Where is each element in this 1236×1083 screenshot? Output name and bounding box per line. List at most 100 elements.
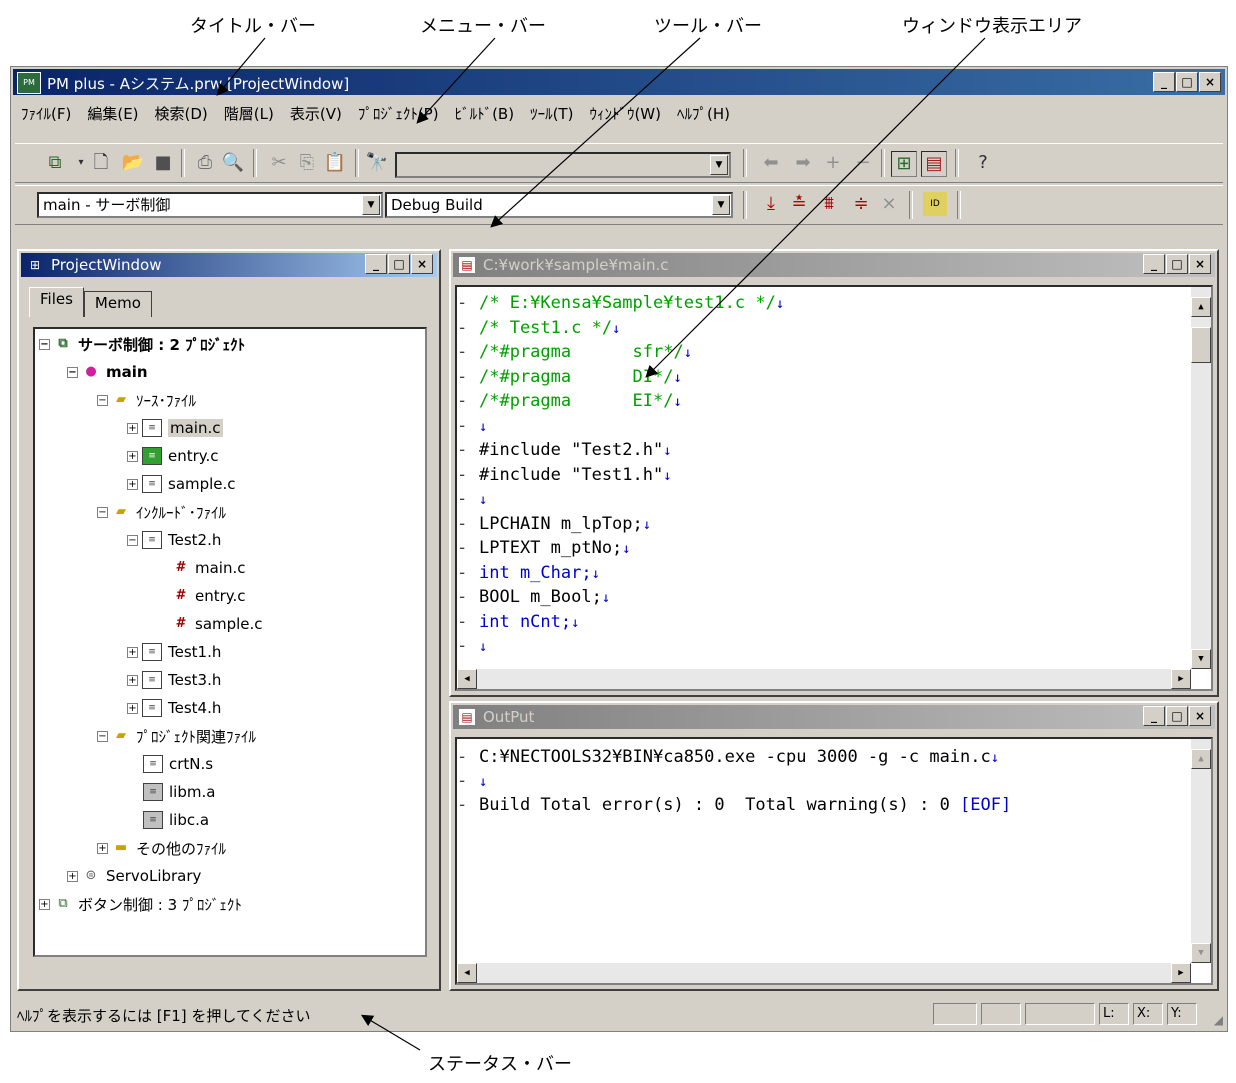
tree-node-folder[interactable]: + ▬ その他のﾌｧｲﾙ [97, 835, 226, 861]
tree-node-file[interactable]: + ≡ Test4.h [127, 695, 221, 721]
project-combo[interactable]: main - サーボ制御 ▼ [37, 192, 383, 218]
tree-node-workspace[interactable]: − ⧉ サーボ制御 : 2 ﾌﾟﾛｼﾞｪｸﾄ [39, 331, 245, 357]
new-file-icon[interactable]: 🗋 [89, 151, 113, 175]
expand-icon[interactable]: + [127, 478, 138, 490]
back-arrow-icon[interactable]: ⬅ [759, 151, 783, 175]
output-text-area[interactable]: - C:¥NECTOOLS32¥BIN¥ca850.exe -cpu 3000 -… [455, 737, 1213, 985]
new-project-icon[interactable]: ⧉ [43, 151, 67, 175]
tree-node-file[interactable]: ≡ libm.a [143, 779, 215, 805]
tree-node-file[interactable]: + ≡ Test3.h [127, 667, 221, 693]
forward-arrow-icon[interactable]: ➡ [791, 151, 815, 175]
tree-node-workspace[interactable]: + ⧉ ボタン制御 : 3 ﾌﾟﾛｼﾞｪｸﾄ [39, 891, 242, 917]
vertical-scrollbar[interactable]: ▲ ▼ [1191, 287, 1211, 669]
copy-icon[interactable]: ⎘ [295, 151, 319, 175]
tree-node-dependency[interactable]: # entry.c [171, 583, 245, 609]
help-icon[interactable]: ? [971, 151, 995, 175]
maximize-button[interactable]: □ [1166, 254, 1188, 274]
collapse-icon[interactable]: − [97, 394, 108, 406]
output-window-toggle-icon[interactable]: ▤ [921, 151, 947, 177]
tree-node-file[interactable]: + ≡ sample.c [127, 471, 236, 497]
build-icon[interactable]: ≛ [787, 192, 811, 216]
menu-build[interactable]: ﾋﾞﾙﾄﾞ(B) [449, 101, 525, 125]
maximize-button[interactable]: □ [1176, 72, 1198, 92]
minimize-button[interactable]: _ [1153, 72, 1175, 92]
scroll-up-icon[interactable]: ▲ [1191, 297, 1211, 317]
tree-node-project[interactable]: + ⊜ ServoLibrary [67, 863, 201, 889]
scroll-right-icon[interactable]: ▶ [1171, 669, 1191, 689]
minimize-button[interactable]: _ [1143, 254, 1165, 274]
chevron-down-icon[interactable]: ▼ [362, 195, 380, 215]
minus-icon[interactable]: − [851, 151, 875, 175]
expand-icon[interactable]: + [67, 870, 78, 882]
scroll-up-icon[interactable]: ▲ [1191, 749, 1211, 769]
tree-node-dependency[interactable]: # main.c [171, 555, 245, 581]
menu-tools[interactable]: ﾂｰﾙ(T) [524, 101, 583, 125]
close-button[interactable]: × [411, 254, 433, 274]
clean-icon[interactable]: ⨯ [877, 192, 901, 216]
cut-icon[interactable]: ✂ [267, 151, 291, 175]
collapse-icon[interactable]: − [97, 506, 108, 518]
stop-build-icon[interactable]: ≑ [849, 192, 873, 216]
compile-icon[interactable]: ⤓ [759, 192, 783, 216]
scroll-right-icon[interactable]: ▶ [1171, 963, 1191, 983]
collapse-icon[interactable]: − [97, 730, 108, 742]
find-icon[interactable]: 🔭 [365, 151, 389, 175]
expand-icon[interactable]: + [97, 842, 108, 854]
tree-node-file[interactable]: + ≡ main.c [127, 415, 223, 441]
close-button[interactable]: × [1189, 254, 1211, 274]
tab-files[interactable]: Files [29, 287, 84, 317]
find-combo[interactable]: ▼ [395, 152, 731, 178]
tree-node-file[interactable]: ≡ crtN.s [143, 751, 213, 777]
project-window-toggle-icon[interactable]: ⊞ [891, 151, 917, 177]
maximize-button[interactable]: □ [1166, 706, 1188, 726]
paste-icon[interactable]: 📋 [323, 151, 347, 175]
menu-view[interactable]: 表示(V) [284, 101, 352, 125]
build-mode-combo[interactable]: Debug Build ▼ [385, 192, 733, 218]
horizontal-scrollbar[interactable]: ◀ ▶ [457, 669, 1191, 689]
editor-text-area[interactable]: -/* E:¥Kensa¥Sample¥test1.c */↓ -/* Test1… [455, 285, 1213, 691]
expand-icon[interactable]: + [39, 898, 50, 910]
vertical-scrollbar[interactable]: ▲ ▼ [1191, 739, 1211, 963]
maximize-button[interactable]: □ [388, 254, 410, 274]
tree-node-file[interactable]: + ≡ Test1.h [127, 639, 221, 665]
tree-node-folder[interactable]: − ▰ ｲﾝｸﾙｰﾄﾞ･ﾌｧｲﾙ [97, 499, 226, 525]
project-window-titlebar[interactable]: ⊞ ProjectWindow _ □ × [21, 253, 437, 277]
horizontal-scrollbar[interactable]: ◀ ▶ [457, 963, 1191, 983]
minimize-button[interactable]: _ [365, 254, 387, 274]
menu-hierarchy[interactable]: 階層(L) [218, 101, 284, 125]
expand-icon[interactable]: + [127, 422, 138, 434]
plus-icon[interactable]: + [821, 151, 845, 175]
title-bar[interactable]: PM PM plus - Aシステム.prw [ProjectWindow] _… [13, 69, 1225, 95]
chevron-down-icon[interactable]: ▼ [712, 195, 730, 215]
chevron-down-icon[interactable]: ▼ [710, 155, 728, 175]
print-icon[interactable]: ⎙ [193, 151, 217, 175]
scroll-down-icon[interactable]: ▼ [1191, 943, 1211, 963]
expand-icon[interactable]: + [127, 702, 138, 714]
expand-icon[interactable]: + [127, 450, 138, 462]
menu-file[interactable]: ﾌｧｲﾙ(F) [15, 101, 81, 125]
collapse-icon[interactable]: − [39, 338, 50, 350]
menu-edit[interactable]: 編集(E) [81, 101, 148, 125]
scroll-left-icon[interactable]: ◀ [457, 963, 477, 983]
print-preview-icon[interactable]: 🔍 [221, 151, 245, 175]
close-button[interactable]: × [1189, 706, 1211, 726]
menu-window[interactable]: ｳｨﾝﾄﾞｳ(W) [583, 101, 671, 125]
menu-help[interactable]: ﾍﾙﾌﾟ(H) [671, 101, 740, 125]
tree-node-folder[interactable]: − ▰ ﾌﾟﾛｼﾞｪｸﾄ関連ﾌｧｲﾙ [97, 723, 256, 749]
scroll-left-icon[interactable]: ◀ [457, 669, 477, 689]
tree-node-file[interactable]: − ≡ Test2.h [127, 527, 221, 553]
close-button[interactable]: × [1199, 72, 1221, 92]
tab-memo[interactable]: Memo [83, 291, 152, 317]
tree-node-project[interactable]: − ● main [67, 359, 148, 385]
resize-grip-icon[interactable]: ◢ [1214, 1013, 1223, 1027]
open-folder-icon[interactable]: 📂 [121, 151, 145, 175]
collapse-icon[interactable]: − [127, 534, 138, 546]
editor-titlebar[interactable]: ▤ C:¥work¥sample¥main.c _ □ × [453, 253, 1215, 277]
tree-node-file[interactable]: + ≡ entry.c [127, 443, 219, 469]
menu-project[interactable]: ﾌﾟﾛｼﾞｪｸﾄ(P) [352, 101, 449, 125]
minimize-button[interactable]: _ [1143, 706, 1165, 726]
menu-search[interactable]: 検索(D) [149, 101, 218, 125]
debugger-icon[interactable]: ID [923, 192, 947, 216]
tree-node-folder[interactable]: − ▰ ｿｰｽ･ﾌｧｲﾙ [97, 387, 196, 413]
collapse-icon[interactable]: − [67, 366, 78, 378]
